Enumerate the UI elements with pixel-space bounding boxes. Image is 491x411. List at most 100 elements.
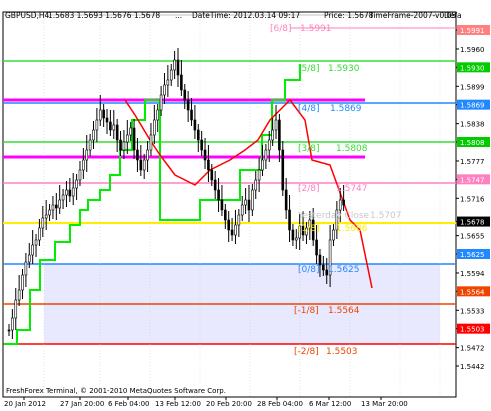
candle-body [217,189,220,201]
candle-body [95,119,99,131]
price-marker-label: 1.5930 [460,64,485,72]
candle-body [24,261,28,276]
candle-body [27,254,31,263]
candle-body [234,224,237,236]
candle-body [17,289,21,301]
candle-body [146,149,149,161]
candle-body [342,199,345,206]
candle-body [322,264,325,271]
candle-body [48,209,51,216]
candle-body [102,109,105,119]
price-tick-label: 1.5899 [460,83,485,91]
price-marker-label: 1.5747 [460,176,485,184]
candle-body [264,149,268,161]
price-marker-label: 1.5808 [460,139,485,147]
symbol-label: GBPUSD,H4 [5,11,50,20]
price-tick-label: 1.5472 [460,345,485,353]
price-marker-label: 1.5991 [460,27,485,35]
candle-body [210,169,214,181]
candle-body [227,219,230,231]
price-tick-label: 1.5594 [460,270,485,278]
candle-body [85,149,89,161]
time-tick-label: 13 Feb 12:00 [155,400,201,408]
price-marker-label: 1.5625 [460,251,485,259]
candle-body [294,237,298,241]
murrey-level-label: [0/8] [298,265,320,275]
candle-body [183,89,187,101]
candle-body [318,254,322,266]
murrey-level-label: [4/8] [298,104,320,114]
candle-body [115,124,119,141]
price-marker-label: 1.5678 [460,219,485,227]
candle-body [203,149,207,161]
candle-body [129,127,132,136]
candle-body [247,199,251,211]
murrey-level-label: 1.5686 [336,224,368,234]
price-marker-label: 1.5564 [460,288,485,296]
price-marker-label: 1.5869 [460,102,485,110]
murrey-level-label: [3/8] [298,144,320,154]
candle-body [142,159,146,171]
price-tick-label: 1.5655 [460,233,485,241]
price-label: Price: 1.5678 [324,11,374,20]
time-tick-label: 27 Jan 20:00 [60,400,104,408]
candle-body [288,209,291,231]
murrey-level-label: 1.5564 [328,306,360,316]
murrey-level-label: 1.5707 [370,211,402,221]
price-chart[interactable]: [6/8] 1.5991 [5/8] 1.5930 [4/8] 1.5869 [3/8] 1.… [0,0,491,411]
candle-body [338,199,342,211]
murrey-level-label: 1.5991 [300,24,332,34]
candle-body [58,199,62,209]
time-tick-label: 20 Feb 20:00 [206,400,252,408]
murrey-level-label: [-2/8] [294,347,319,357]
candle-body [109,121,112,131]
indicator-overflow: Defa [444,11,462,20]
candle-body [21,274,24,291]
candle-body [244,199,247,206]
candle-body [159,94,163,111]
candle-body [190,109,193,121]
candle-body [55,204,58,209]
candle-body [176,59,180,76]
candle-body [284,189,288,211]
price-tick-label: 1.5960 [460,46,485,54]
candle-body [173,59,176,71]
candle-body [61,194,65,201]
candle-body [75,179,78,189]
candle-body [31,244,34,256]
candle-body [163,84,166,96]
murrey-level-label: [2/8] [298,184,320,194]
candle-body [126,134,129,143]
price-tick-label: 1.5838 [460,121,485,129]
candle-body [112,124,116,131]
candle-body [169,69,173,81]
candle-body [261,159,264,171]
chart-window[interactable]: [6/8] 1.5991 [5/8] 1.5930 [4/8] 1.5869 [3/8] 1.… [0,0,491,411]
candle-body [41,217,45,229]
candle-body [122,141,126,151]
candle-body [196,129,200,141]
candle-body [92,129,95,141]
candle-body [224,209,227,221]
candle-body [257,169,261,181]
time-axis: 20 Jan 2012 27 Jan 20:00 6 Feb 04:00 13 Feb… [4,397,408,408]
price-tick-label: 1.5777 [460,158,485,166]
candle-body [149,134,153,151]
candle-body [136,149,139,161]
candle-body [105,117,109,123]
candle-body [139,159,143,171]
candle-body [98,109,102,121]
murrey-level-label: Yesterday Close [297,211,370,221]
info-dots: ... [175,11,182,20]
candle-body [180,74,183,91]
murrey-level-label: 1.5747 [336,184,368,194]
candle-body [230,229,234,236]
candle-body [153,119,156,136]
candle-body [34,239,38,246]
candle-body [65,189,68,196]
candle-body [237,214,241,226]
time-tick-label: 20 Jan 2012 [4,400,46,408]
candle-body [7,329,11,332]
candle-body [88,139,92,151]
candle-body [193,119,197,131]
